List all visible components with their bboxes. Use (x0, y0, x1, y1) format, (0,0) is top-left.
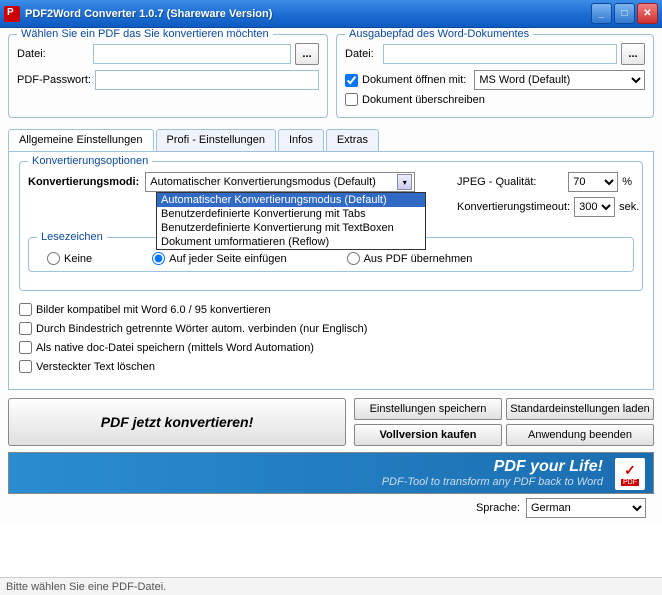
titlebar: PDF2Word Converter 1.0.7 (Shareware Vers… (0, 0, 662, 28)
tab-pro[interactable]: Profi - Einstellungen (156, 129, 276, 151)
maximize-button[interactable]: □ (614, 3, 635, 24)
check-native-doc[interactable] (19, 341, 32, 354)
save-settings-button[interactable]: Einstellungen speichern (354, 398, 502, 420)
timeout-label: Konvertierungstimeout: (457, 201, 570, 213)
browse-output-button[interactable]: ... (621, 43, 645, 65)
banner-title: PDF your Life! (382, 458, 603, 476)
jpeg-quality-label: JPEG - Qualität: (457, 176, 564, 188)
select-pdf-group: Wählen Sie ein PDF das Sie konvertieren … (8, 34, 328, 118)
file-label: Datei: (17, 48, 89, 60)
mode-option-auto[interactable]: Automatischer Konvertierungsmodus (Defau… (157, 193, 425, 207)
conversion-options-legend: Konvertierungsoptionen (28, 155, 152, 167)
browse-pdf-button[interactable]: ... (295, 43, 319, 65)
language-select[interactable]: German (526, 498, 646, 518)
check-hyphen-join[interactable] (19, 322, 32, 335)
check-word60-label: Bilder kompatibel mit Word 6.0 / 95 konv… (36, 304, 271, 316)
mode-value: Automatischer Konvertierungsmodus (Defau… (150, 176, 376, 188)
app-icon (4, 6, 20, 22)
buy-full-button[interactable]: Vollversion kaufen (354, 424, 502, 446)
chevron-down-icon: ▾ (397, 174, 412, 190)
check-word60-compat[interactable] (19, 303, 32, 316)
tab-info[interactable]: Infos (278, 129, 324, 151)
minimize-button[interactable]: _ (591, 3, 612, 24)
mode-dropdown: Automatischer Konvertierungsmodus (Defau… (156, 192, 426, 250)
overwrite-checkbox[interactable] (345, 93, 358, 106)
pdf-password-input[interactable] (95, 70, 319, 90)
open-with-select[interactable]: MS Word (Default) (474, 70, 645, 90)
banner: PDF your Life! PDF-Tool to transform any… (8, 452, 654, 494)
bookmark-each-page-label: Auf jeder Seite einfügen (169, 253, 286, 265)
output-file-input[interactable] (383, 44, 617, 64)
language-label: Sprache: (476, 502, 520, 514)
check-hyphen-label: Durch Bindestrich getrennte Wörter autom… (36, 323, 367, 335)
pdf-badge-icon (615, 458, 645, 490)
mode-label: Konvertierungsmodi: (28, 176, 139, 188)
check-delete-hidden[interactable] (19, 360, 32, 373)
open-with-label: Dokument öffnen mit: (362, 74, 466, 86)
convert-button[interactable]: PDF jetzt konvertieren! (8, 398, 346, 446)
check-native-label: Als native doc-Datei speichern (mittels … (36, 342, 314, 354)
mode-option-textboxes[interactable]: Benutzerdefinierte Konvertierung mit Tex… (157, 221, 425, 235)
status-bar: Bitte wählen Sie eine PDF-Datei. (0, 577, 662, 595)
close-button[interactable]: ✕ (637, 3, 658, 24)
jpeg-quality-select[interactable]: 70 (568, 172, 618, 192)
bookmarks-legend: Lesezeichen (37, 231, 107, 243)
select-pdf-legend: Wählen Sie ein PDF das Sie konvertieren … (17, 28, 273, 40)
bookmark-none-radio[interactable] (47, 252, 60, 265)
bookmark-none-label: Keine (64, 253, 92, 265)
timeout-unit: sek. (619, 201, 639, 213)
banner-subtitle: PDF-Tool to transform any PDF back to Wo… (382, 476, 603, 488)
conversion-options-group: Konvertierungsoptionen Konvertierungsmod… (19, 161, 643, 291)
open-with-checkbox[interactable] (345, 74, 358, 87)
bookmark-from-pdf-radio[interactable] (347, 252, 360, 265)
check-hidden-label: Versteckter Text löschen (36, 361, 155, 373)
side-options: JPEG - Qualität: 70 % Konvertierungstime… (457, 172, 632, 222)
pdf-file-input[interactable] (93, 44, 291, 64)
output-group: Ausgabepfad des Word-Dokumentes Datei: .… (336, 34, 654, 118)
tab-extras[interactable]: Extras (326, 129, 379, 151)
load-defaults-button[interactable]: Standardeinstellungen laden (506, 398, 654, 420)
bookmark-each-page-radio[interactable] (152, 252, 165, 265)
mode-combobox[interactable]: Automatischer Konvertierungsmodus (Defau… (145, 172, 415, 192)
mode-option-reflow[interactable]: Dokument umformatieren (Reflow) (157, 235, 425, 249)
tabs: Allgemeine Einstellungen Profi - Einstel… (8, 129, 654, 152)
output-file-label: Datei: (345, 48, 379, 60)
tab-content: Konvertierungsoptionen Konvertierungsmod… (8, 151, 654, 390)
tab-general[interactable]: Allgemeine Einstellungen (8, 129, 154, 151)
pdf-password-label: PDF-Passwort: (17, 74, 91, 86)
overwrite-label: Dokument überschreiben (362, 94, 485, 106)
option-checks: Bilder kompatibel mit Word 6.0 / 95 konv… (19, 303, 643, 373)
mode-option-tabs[interactable]: Benutzerdefinierte Konvertierung mit Tab… (157, 207, 425, 221)
bookmark-from-pdf-label: Aus PDF übernehmen (364, 253, 473, 265)
output-legend: Ausgabepfad des Word-Dokumentes (345, 28, 533, 40)
jpeg-unit: % (622, 176, 632, 188)
timeout-select[interactable]: 300 (574, 197, 615, 217)
window-title: PDF2Word Converter 1.0.7 (Shareware Vers… (25, 8, 591, 20)
quit-button[interactable]: Anwendung beenden (506, 424, 654, 446)
